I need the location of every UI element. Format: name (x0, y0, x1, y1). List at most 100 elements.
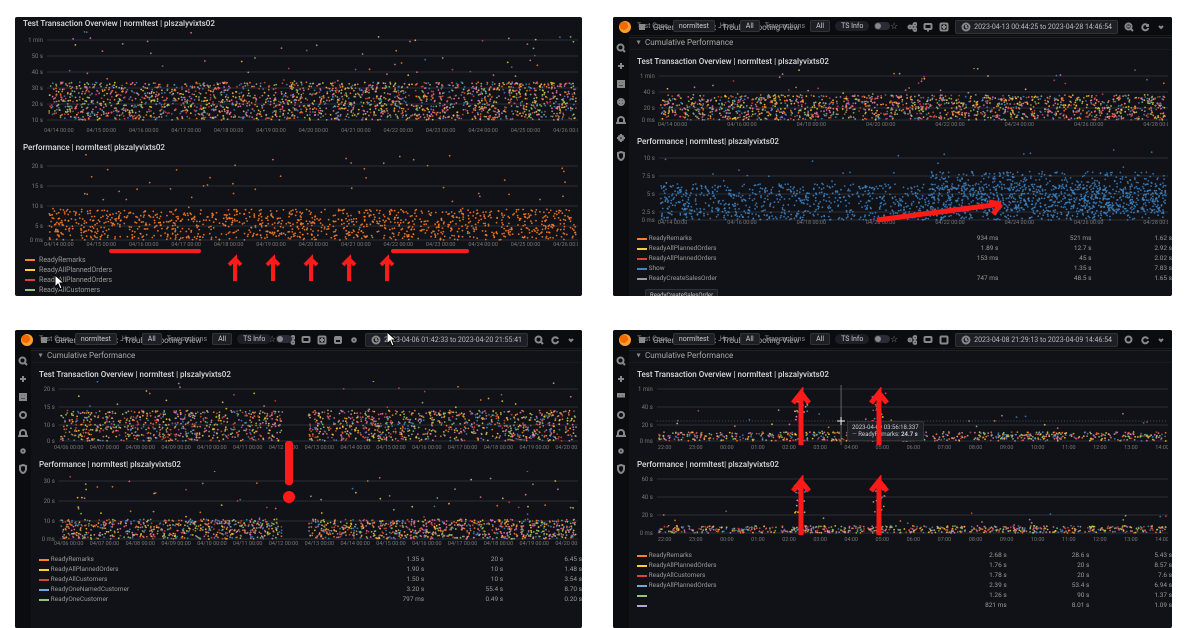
legend-item[interactable]: ReadyAllCustomers (39, 286, 100, 294)
legend-row[interactable]: ReadyAllCustomers 1.78 s20 s7.6 s (633, 570, 1172, 580)
filter-testcase[interactable]: normltest (673, 20, 715, 32)
section-header[interactable]: ▸Cumulative Performance (629, 349, 1172, 363)
screenshot-bottom-right: General/Alyvix - Troubleshooting View ☆ … (613, 330, 1172, 628)
legend-row[interactable]: ReadyRemarks 934 ms521 ms1.62 s (633, 233, 1172, 243)
filter-bar: Test Casenormltest HostAll TransactionsA… (31, 330, 582, 349)
svg-text:04/19 00:00: 04/19 00:00 (256, 242, 286, 248)
hover-tooltip: ReadyCreateSalesOrder (645, 289, 718, 296)
chart-performance[interactable]: 20 s 15 s 10 s 5 s 0 ms 04/14 00:0004/15… (19, 154, 578, 248)
legend-row[interactable]: 1.26 s90 s1.37 s (633, 590, 1172, 600)
screenshot-top-right: General/Alyvix - Troubleshooting View ☆ … (613, 17, 1172, 296)
section-header[interactable]: ▸Cumulative Performance (31, 349, 582, 363)
svg-text:04/14 00:00: 04/14 00:00 (44, 242, 74, 248)
section-header[interactable]: ▸Cumulative Performance (629, 36, 1172, 50)
svg-text:04/15 00:00: 04/15 00:00 (87, 128, 117, 134)
legend-row[interactable]: ReadyOneCustomer 797 ms0.49 s0.20 s (35, 594, 582, 604)
svg-text:04/26 00:00: 04/26 00:00 (553, 242, 578, 248)
svg-text:20 s: 20 s (644, 105, 655, 112)
gear-icon[interactable] (18, 446, 28, 456)
svg-text:40 s: 40 s (32, 69, 43, 76)
gear-icon[interactable] (616, 133, 626, 143)
svg-text:50 s: 50 s (32, 53, 43, 60)
dashboard-icon[interactable] (18, 392, 28, 402)
svg-text:0 ms: 0 ms (30, 237, 43, 244)
panel-performance: Performance | normltest| plszalyvixts02 … (35, 458, 578, 550)
gear-icon[interactable] (616, 446, 626, 456)
svg-text:20 s: 20 s (32, 163, 43, 170)
tsinfo-pill[interactable]: TS Info (835, 21, 869, 31)
toggle[interactable] (874, 22, 890, 30)
svg-text:04/24 00:00: 04/24 00:00 (468, 128, 498, 134)
side-nav (613, 37, 629, 296)
filter-bar: Test Casenormltest HostAll TransactionsA… (629, 330, 1172, 349)
svg-text:04/25 00:00: 04/25 00:00 (511, 242, 541, 248)
legend-row[interactable]: ReadyOneNamedCustomer 3.20 s55.4 s8.70 s (35, 584, 582, 594)
svg-text:04/21 00:00: 04/21 00:00 (341, 242, 371, 248)
alert-icon[interactable] (616, 115, 626, 125)
legend-item[interactable]: ReadyRemarks (39, 256, 86, 264)
legend-row[interactable]: 821 ms8.01 s1.09 s (633, 600, 1172, 610)
svg-text:04/16 00:00: 04/16 00:00 (129, 128, 159, 134)
explore-icon[interactable] (18, 410, 28, 420)
legend-table: ReadyRemarks 1.35 s20 s6.45 s ReadyAllPl… (35, 554, 582, 604)
legend-row[interactable]: Show 1.35 s7.83 s (633, 263, 1172, 273)
search-icon[interactable] (616, 43, 626, 53)
panel-overview: Test Transaction Overview | normltest | … (633, 368, 1168, 454)
screenshot-top-left: Test Transaction Overview | normltest | … (15, 17, 582, 296)
svg-text:04/26 00:00: 04/26 00:00 (553, 128, 578, 134)
shield-icon[interactable] (18, 464, 28, 474)
legend-row[interactable]: ReadyAllPlannedOrders 1.89 s12.7 s2.92 s (633, 243, 1172, 253)
dashboard-icon[interactable] (616, 392, 626, 402)
plus-icon[interactable] (18, 374, 28, 384)
legend-item[interactable]: ReadyAllPlannedOrders (39, 266, 112, 274)
svg-text:04/22 00:00: 04/22 00:00 (384, 128, 414, 134)
legend-row[interactable]: ReadyAllPlannedOrders 153 ms45 s2.02 s (633, 253, 1172, 263)
chart-performance[interactable]: 60 s 40 s 20 s 0 ms 22:0023:0000:0001:00… (633, 471, 1168, 543)
svg-text:1 min: 1 min (28, 37, 43, 44)
search-icon[interactable] (18, 356, 28, 366)
legend-row[interactable]: ReadyCreateSalesOrder 747 ms48.5 s1.65 s (633, 273, 1172, 283)
legend: ReadyRemarks ReadyAllPlannedOrders Ready… (19, 253, 578, 296)
side-nav (15, 350, 31, 628)
legend-row[interactable]: ReadyAllPlannedOrders 1.90 s10 s1.48 s (35, 564, 582, 574)
alert-icon[interactable] (616, 428, 626, 438)
explore-icon[interactable] (616, 97, 626, 107)
svg-text:20 s: 20 s (32, 101, 43, 108)
chart-overview[interactable]: 1 min 50 s 40 s 30 s 20 s 10 s 04/14 00:… (19, 30, 578, 134)
chart-overview[interactable]: 1 min 40 s 20 s 0 ms 04/14 00:0004/16 00… (633, 68, 1168, 128)
legend-item[interactable]: ReadyAllPlannedOrders (39, 276, 112, 284)
svg-text:30 s: 30 s (32, 85, 43, 92)
filter-transactions[interactable]: All (810, 20, 830, 32)
plus-icon[interactable] (616, 374, 626, 384)
legend-row[interactable]: ReadyAllCustomers 1.50 s10 s3.54 s (35, 574, 582, 584)
svg-text:04/18 00:00: 04/18 00:00 (214, 242, 244, 248)
chart-performance[interactable]: 30 s 20 s 10 s 0 ms 04/06 00:0004/07 00:… (35, 471, 578, 547)
chart-performance[interactable]: 10 s 7.5 s 5 s 2.5 s 0 ms 04/14 00:0004/… (633, 148, 1168, 226)
legend-row[interactable]: ReadyRemarks 2.68 s28.6 s5.43 s (633, 550, 1172, 560)
search-icon[interactable] (616, 356, 626, 366)
filter-host[interactable]: All (740, 20, 760, 32)
legend-row[interactable]: ReadyAllPlannedOrders 2.39 s53.4 s6.94 s (633, 580, 1172, 590)
alert-icon[interactable] (18, 428, 28, 438)
svg-text:1 min: 1 min (640, 73, 655, 80)
svg-text:0 ms: 0 ms (642, 117, 655, 124)
cursor-icon (387, 332, 398, 347)
shield-icon[interactable] (616, 151, 626, 161)
svg-text:04/23 00:00: 04/23 00:00 (426, 242, 456, 248)
panel-overview: Test Transaction Overview | normltest | … (19, 17, 578, 137)
legend-row[interactable]: ReadyRemarks 1.35 s20 s6.45 s (35, 554, 582, 564)
filter-bar: Test Case normltest Host All Transaction… (629, 17, 1172, 36)
panel-title: Performance | normltest| plszalyvixts02 (19, 141, 578, 154)
chart-overview[interactable]: 20 s 15 s 10 s 0 s 04/06 00:0004/07 00:0… (35, 381, 578, 451)
panel-title: Test Transaction Overview | normltest | … (19, 17, 578, 30)
svg-text:04/17 00:00: 04/17 00:00 (171, 128, 201, 134)
svg-text:04/21 00:00: 04/21 00:00 (341, 128, 371, 134)
dashboard-icon[interactable] (616, 79, 626, 89)
chart-tooltip: 2023-04-09 03:56:18.337 — ReadyRemarks: … (847, 421, 924, 441)
explore-icon[interactable] (616, 410, 626, 420)
shield-icon[interactable] (616, 464, 626, 474)
plus-icon[interactable] (616, 61, 626, 71)
legend-row[interactable]: ReadyAllPlannedOrders 1.76 s20 s8.57 s (633, 560, 1172, 570)
panel-performance: Performance | normltest| plszalyvixts02 … (633, 135, 1168, 229)
svg-text:04/25 00:00: 04/25 00:00 (511, 128, 541, 134)
